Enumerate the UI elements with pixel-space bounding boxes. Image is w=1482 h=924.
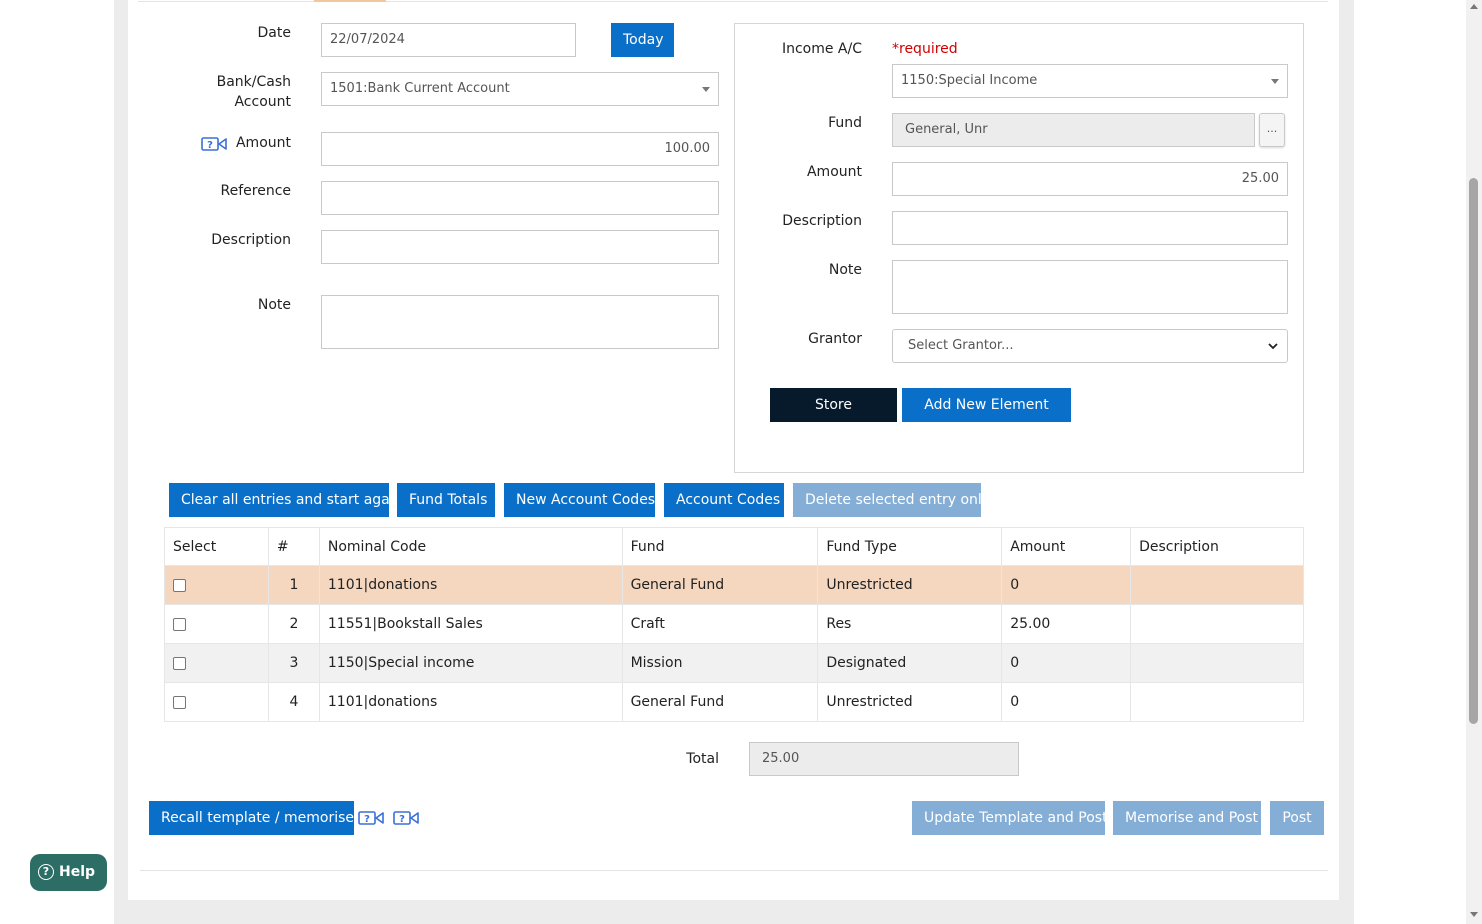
row-fund: Mission	[621, 643, 819, 683]
row-nominal-code: 1101|donations	[318, 682, 623, 722]
scroll-down-arrow-icon[interactable]	[1470, 912, 1478, 917]
amount-label: Amount	[235, 135, 291, 151]
fund-picker-button[interactable]: ...	[1259, 113, 1285, 147]
bank-account-label-line2: Account	[234, 94, 291, 110]
table-row[interactable]: 1 1101|donations General Fund Unrestrict…	[164, 565, 1304, 605]
fund-totals-button[interactable]: Fund Totals	[397, 483, 495, 517]
col-fund: Fund	[621, 527, 819, 566]
bank-account-label-line1: Bank/Cash	[216, 74, 291, 90]
recall-template-button[interactable]: Recall template / memorised	[149, 801, 363, 835]
row-description	[1130, 604, 1304, 644]
scrollbar-thumb[interactable]	[1469, 178, 1478, 724]
row-description	[1130, 643, 1304, 683]
video-help-icon[interactable]: ?	[201, 136, 227, 152]
bank-account-label: Bank/Cash Account	[170, 72, 291, 112]
date-label: Date	[257, 25, 291, 41]
note-textarea[interactable]	[321, 295, 719, 349]
table-row[interactable]: 4 1101|donations General Fund Unrestrict…	[164, 682, 1304, 722]
help-button[interactable]: ? Help	[30, 854, 107, 891]
date-input[interactable]: 22/07/2024	[321, 23, 576, 57]
svg-text:?: ?	[364, 814, 370, 825]
required-indicator: *required	[892, 41, 958, 57]
row-nominal-code: 11551|Bookstall Sales	[318, 604, 623, 644]
col-amount: Amount	[1001, 527, 1132, 566]
svg-text:?: ?	[207, 140, 213, 151]
row-amount: 0	[1001, 682, 1132, 722]
row-fund-type: Unrestricted	[817, 565, 1003, 605]
memorise-post-button[interactable]: Memorise and Post	[1113, 801, 1261, 835]
total-label: Total	[686, 751, 719, 767]
panel-amount-input[interactable]: 25.00	[892, 162, 1288, 196]
col-number: #	[267, 527, 320, 566]
total-value: 25.00	[749, 742, 1019, 776]
col-description: Description	[1130, 527, 1304, 566]
video-help-icon[interactable]: ?	[393, 810, 419, 826]
row-number: 4	[267, 682, 320, 722]
row-select-checkbox[interactable]	[173, 578, 186, 592]
video-help-icon[interactable]: ?	[358, 810, 384, 826]
amount-input[interactable]: 100.00	[321, 132, 719, 166]
row-select-checkbox[interactable]	[173, 617, 186, 631]
row-amount: 25.00	[1001, 604, 1132, 644]
svg-text:?: ?	[399, 814, 405, 825]
description-input[interactable]	[321, 230, 719, 264]
row-fund: Craft	[621, 604, 819, 644]
table-row[interactable]: 3 1150|Special income Mission Designated…	[164, 643, 1304, 683]
table-row[interactable]: 2 11551|Bookstall Sales Craft Res 25.00	[164, 604, 1304, 644]
panel-note-textarea[interactable]	[892, 260, 1288, 314]
panel-note-label: Note	[828, 262, 862, 278]
row-number: 3	[267, 643, 320, 683]
row-number: 1	[267, 565, 320, 605]
row-amount: 0	[1001, 643, 1132, 683]
chevron-down-icon	[1268, 343, 1278, 350]
row-description	[1130, 682, 1304, 722]
row-select-checkbox[interactable]	[173, 656, 186, 670]
reference-label: Reference	[220, 183, 292, 199]
row-select-checkbox[interactable]	[173, 695, 186, 709]
today-button[interactable]: Today	[611, 23, 674, 57]
description-label: Description	[211, 232, 291, 248]
panel-description-label: Description	[782, 213, 862, 229]
clear-all-button[interactable]: Clear all entries and start again	[169, 483, 403, 517]
income-account-select[interactable]: 1150:Special Income	[892, 64, 1288, 98]
row-amount: 0	[1001, 565, 1132, 605]
row-description	[1130, 565, 1304, 605]
row-fund-type: Res	[817, 604, 1003, 644]
help-label: Help	[59, 864, 96, 880]
fund-label: Fund	[828, 115, 862, 131]
grantor-select-placeholder: Select Grantor...	[908, 338, 1014, 353]
col-fund-type: Fund Type	[817, 527, 1003, 566]
panel-description-input[interactable]	[892, 211, 1288, 245]
row-fund-type: Designated	[817, 643, 1003, 683]
row-nominal-code: 1150|Special income	[318, 643, 623, 683]
income-account-label: Income A/C	[781, 41, 862, 57]
col-nominal-code: Nominal Code	[318, 527, 623, 566]
new-account-codes-button[interactable]: New Account Codes	[504, 483, 655, 517]
entries-table: Select # Nominal Code Fund Fund Type Amo…	[164, 527, 1304, 722]
panel-amount-label: Amount	[806, 164, 862, 180]
reference-input[interactable]	[321, 181, 719, 215]
store-button[interactable]: Store	[770, 388, 897, 422]
row-fund: General Fund	[621, 565, 819, 605]
row-number: 2	[267, 604, 320, 644]
bank-account-select[interactable]: 1501:Bank Current Account	[321, 72, 719, 106]
active-tab-indicator	[314, 0, 386, 2]
table-header-row: Select # Nominal Code Fund Fund Type Amo…	[164, 527, 1304, 566]
row-nominal-code: 1101|donations	[318, 565, 623, 605]
row-fund-type: Unrestricted	[817, 682, 1003, 722]
row-fund: General Fund	[621, 682, 819, 722]
help-circle-icon: ?	[38, 864, 54, 880]
fund-input: General, Unr	[892, 113, 1255, 147]
bottom-divider	[140, 870, 1328, 871]
post-button[interactable]: Post	[1270, 801, 1324, 835]
update-template-post-button[interactable]: Update Template and Post	[912, 801, 1108, 835]
grantor-select[interactable]: Select Grantor...	[892, 329, 1288, 363]
scroll-up-arrow-icon[interactable]	[1470, 4, 1478, 9]
account-codes-button[interactable]: Account Codes	[664, 483, 784, 517]
add-new-element-button[interactable]: Add New Element	[902, 388, 1071, 422]
grantor-label: Grantor	[808, 331, 862, 347]
col-select: Select	[164, 527, 269, 566]
note-label: Note	[257, 297, 291, 313]
delete-selected-button[interactable]: Delete selected entry only	[793, 483, 990, 517]
